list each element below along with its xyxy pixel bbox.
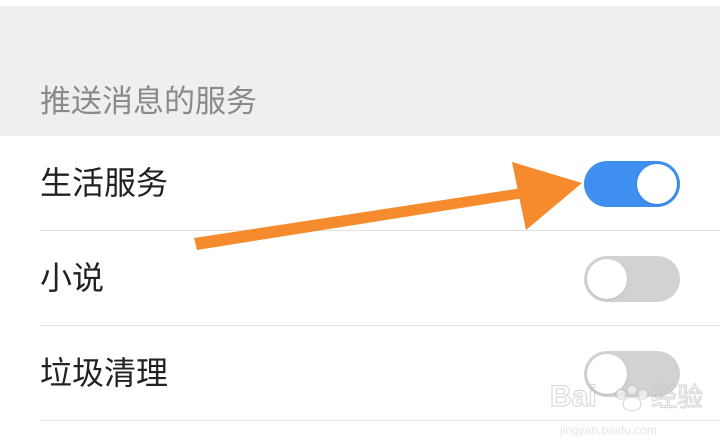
toggle-trash-cleanup[interactable] [584, 351, 680, 397]
setting-row-life-service[interactable]: 生活服务 [0, 136, 720, 231]
setting-row-novel[interactable]: 小说 [0, 231, 720, 326]
section-title: 推送消息的服务 [40, 84, 257, 120]
toggle-knob [637, 164, 677, 204]
setting-row-trash-cleanup[interactable]: 垃圾清理 [0, 326, 720, 421]
row-divider [40, 420, 720, 421]
svg-text:jingyan.baidu.com: jingyan.baidu.com [559, 423, 657, 437]
setting-label-life-service: 生活服务 [40, 164, 169, 202]
section-header: 推送消息的服务 [0, 6, 720, 136]
toggle-knob [587, 354, 627, 394]
setting-label-trash-cleanup: 垃圾清理 [40, 354, 169, 392]
toggle-life-service[interactable] [584, 161, 680, 207]
toggle-knob [587, 259, 627, 299]
setting-label-novel: 小说 [40, 259, 105, 297]
settings-page: 推送消息的服务 生活服务 小说 垃圾清理 Bai 经验 jingyan.baid… [0, 0, 720, 446]
toggle-novel[interactable] [584, 256, 680, 302]
